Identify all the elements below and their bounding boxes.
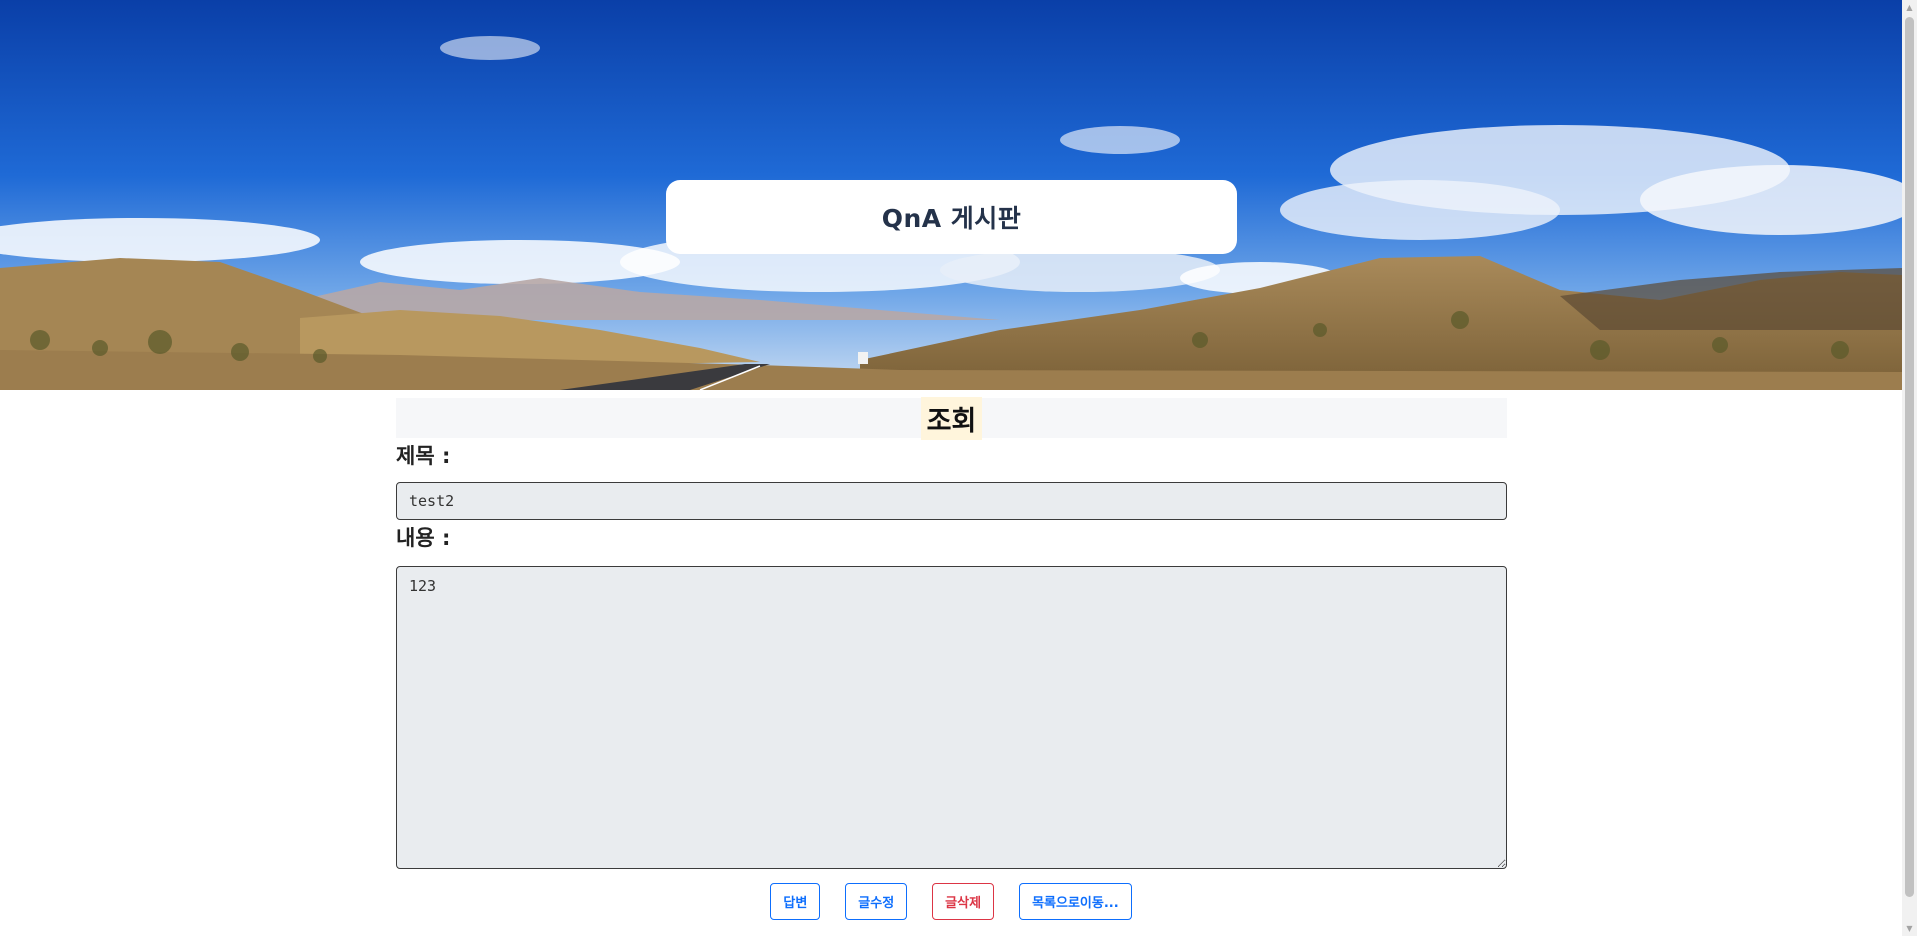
content-textarea[interactable]: 123 bbox=[396, 566, 1507, 869]
vertical-scrollbar[interactable]: ▲ ▼ bbox=[1902, 0, 1917, 936]
board-title-card: QnA 게시판 bbox=[666, 180, 1237, 254]
reply-button[interactable]: 답변 bbox=[770, 883, 821, 920]
delete-button[interactable]: 글삭제 bbox=[932, 883, 995, 920]
edit-button[interactable]: 글수정 bbox=[845, 883, 908, 920]
page: QnA 게시판 조회 제목 : 내용 : 123 답변 글수정 글삭제 목록으로… bbox=[0, 0, 1917, 936]
board-title: QnA 게시판 bbox=[881, 204, 1022, 233]
hero-banner: QnA 게시판 bbox=[0, 0, 1902, 390]
scroll-down-arrow-icon[interactable]: ▼ bbox=[1902, 921, 1917, 936]
scroll-up-arrow-icon[interactable]: ▲ bbox=[1902, 0, 1917, 15]
content-label: 내용 : bbox=[396, 526, 451, 550]
view-section: 조회 제목 : 내용 : 123 bbox=[396, 396, 1507, 869]
section-header: 조회 bbox=[396, 396, 1507, 440]
action-buttons: 답변 글수정 글삭제 목록으로이동... bbox=[0, 883, 1902, 920]
scrollbar-thumb[interactable] bbox=[1905, 17, 1914, 897]
go-to-list-button[interactable]: 목록으로이동... bbox=[1019, 883, 1132, 920]
section-title: 조회 bbox=[920, 396, 983, 440]
title-label: 제목 : bbox=[396, 444, 451, 468]
title-input[interactable] bbox=[396, 482, 1507, 520]
